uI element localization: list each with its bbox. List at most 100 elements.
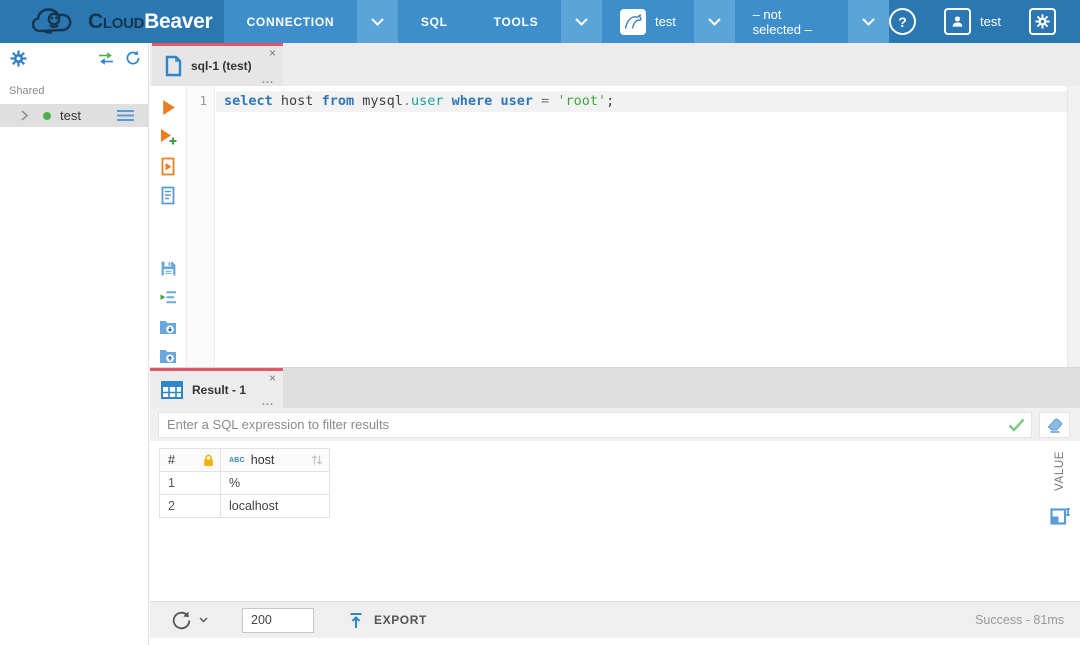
execute-script-button[interactable] (156, 156, 180, 177)
format-script-button[interactable] (156, 287, 180, 308)
connection-selector-dropdown-button[interactable] (693, 0, 735, 43)
refresh-results-button[interactable] (170, 609, 208, 632)
result-footer-bar: EXPORT Success - 81ms (150, 601, 1080, 638)
user-icon (944, 8, 972, 35)
sql-token: select (224, 93, 273, 109)
string-type-icon: ABC (229, 456, 245, 464)
clear-filter-button[interactable] (1039, 411, 1070, 438)
filter-input[interactable] (159, 412, 1001, 437)
execute-query-new-tab-button[interactable] (156, 126, 180, 147)
export-button[interactable]: EXPORT (348, 612, 427, 629)
sync-arrows-icon (99, 51, 113, 65)
connection-selector-label: test (654, 14, 676, 29)
help-icon: ? (898, 13, 907, 30)
index-column-header[interactable]: # (159, 448, 221, 472)
sql-script-icon (163, 55, 182, 77)
user-menu-button[interactable]: test (944, 8, 1001, 35)
check-icon (1008, 418, 1024, 432)
execution-plan-button[interactable] (156, 185, 180, 206)
tab-sql-editor[interactable]: sql-1 (test) × ... (152, 43, 283, 86)
editor-scrollbar[interactable] (1067, 86, 1080, 367)
host-value-cell[interactable]: localhost (220, 494, 330, 518)
chevron-down-icon (199, 617, 208, 623)
code-area[interactable]: 1 select host from mysql.user where user… (187, 86, 1067, 367)
chevron-down-icon (862, 17, 875, 26)
value-panel-toggle-button[interactable] (1049, 506, 1071, 526)
database-selector[interactable]: – not selected – (734, 0, 849, 43)
sql-token: where (451, 93, 493, 109)
sql-token: mysql (354, 93, 403, 109)
row-index-cell[interactable]: 1 (159, 471, 221, 495)
connection-dropdown-button[interactable] (357, 0, 398, 43)
chevron-down-icon (708, 17, 721, 26)
sql-code-line[interactable]: select host from mysql.user where user =… (224, 93, 1057, 109)
export-up-arrow-icon (350, 612, 362, 628)
menu-connection-button[interactable]: CONNECTION (223, 0, 358, 43)
sql-token: . (402, 93, 411, 109)
play-plus-icon (160, 129, 176, 145)
execute-query-button[interactable] (156, 97, 180, 118)
connection-selector[interactable]: test (601, 0, 694, 43)
table-row[interactable]: 2 localhost (159, 494, 330, 518)
database-selector-dropdown-button[interactable] (848, 0, 889, 43)
tools-dropdown-button[interactable] (561, 0, 602, 43)
sql-editor: 1 select host from mysql.user where user… (150, 86, 1080, 367)
row-limit-input[interactable] (242, 607, 314, 633)
sql-token: host (272, 93, 322, 109)
save-script-button[interactable] (156, 346, 180, 367)
close-icon[interactable]: × (269, 372, 276, 384)
tab-menu-icon[interactable]: ... (262, 397, 274, 408)
menu-sql-button[interactable]: SQL (397, 0, 471, 43)
chevron-right-icon[interactable] (21, 110, 28, 121)
index-header-label: # (168, 453, 175, 467)
sql-editor-toolbar (150, 86, 187, 367)
chevron-down-icon (371, 17, 384, 26)
refresh-icon (172, 611, 191, 629)
sync-connection-button[interactable] (97, 51, 115, 66)
host-column-header[interactable]: ABC host (220, 448, 330, 472)
refresh-icon (126, 50, 140, 65)
close-icon[interactable]: × (269, 47, 276, 59)
apply-filter-button[interactable] (1001, 418, 1031, 432)
value-panel-icon (1049, 508, 1070, 525)
tab-menu-icon[interactable]: ... (262, 75, 274, 86)
sql-token: ; (606, 93, 615, 109)
sidebar-item-test-connection[interactable]: test (0, 104, 148, 127)
navigator-sidebar: Shared test (0, 43, 149, 645)
settings-button[interactable] (1029, 8, 1056, 35)
sql-token: user (500, 93, 533, 109)
status-message: Success - 81ms (975, 613, 1064, 627)
table-row[interactable]: 1 % (159, 471, 330, 495)
tab-title: Result - 1 (192, 382, 247, 397)
execution-plan-icon (161, 186, 175, 205)
navigator-settings-button[interactable] (8, 48, 28, 68)
gear-icon (9, 49, 27, 67)
sql-token: 'root' (557, 93, 607, 109)
row-index-cell[interactable]: 2 (159, 494, 221, 518)
value-panel-label: VALUE (1054, 451, 1066, 491)
brand-beaver: Beaver (144, 9, 213, 33)
play-icon (162, 100, 175, 116)
script-play-icon (161, 157, 175, 176)
sort-icon[interactable] (311, 454, 323, 466)
mysql-connection-icon (619, 8, 646, 35)
tab-result-1[interactable]: Result - 1 × ... (150, 368, 283, 408)
menu-tools-button[interactable]: TOOLS (470, 0, 562, 43)
main-area: sql-1 (test) × ... 1 select host from my… (150, 43, 1080, 645)
gear-icon (1035, 14, 1050, 29)
connection-menu-icon[interactable] (116, 109, 135, 122)
eraser-icon (1047, 418, 1062, 433)
filter-input-wrap (158, 411, 1032, 438)
filter-bar (150, 408, 1080, 441)
lock-icon (203, 454, 214, 467)
shared-section-label: Shared (9, 85, 45, 97)
open-script-button[interactable] (156, 316, 180, 337)
sql-token: from (321, 93, 355, 109)
help-button[interactable]: ? (889, 8, 917, 35)
host-value-cell[interactable]: % (220, 471, 330, 495)
result-grid-area: # ABC host 1 % 2 localhost VALUE (150, 441, 1080, 601)
format-lines-icon (160, 291, 176, 304)
save-button[interactable] (156, 258, 180, 279)
refresh-tree-button[interactable] (125, 50, 141, 66)
